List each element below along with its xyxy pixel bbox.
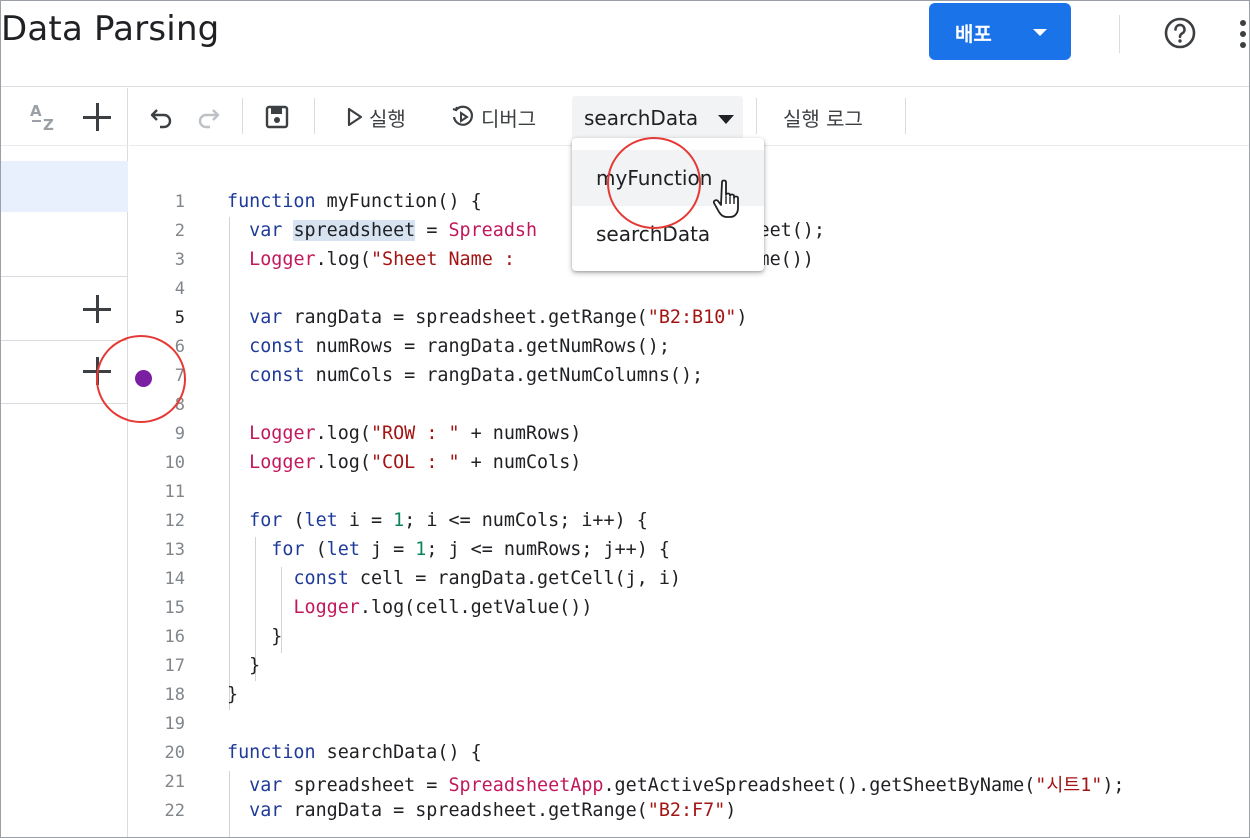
line-number: 1 xyxy=(174,192,185,212)
code-text: Logger.log("ROW : " + numRows) xyxy=(249,423,582,444)
line-number: 13 xyxy=(164,540,185,560)
annotation-circle-menu xyxy=(607,137,701,229)
line-number: 15 xyxy=(164,598,185,618)
selection-highlight: spreadsheet xyxy=(293,220,416,241)
code-line: 15 Logger.log(cell.getValue()) xyxy=(129,594,1249,623)
debug-button[interactable]: 디버그 xyxy=(451,88,536,146)
line-number: 21 xyxy=(164,772,185,792)
chevron-down-icon xyxy=(718,115,734,124)
annotation-circle-breakpoint xyxy=(96,335,186,423)
line-number: 12 xyxy=(164,511,185,531)
code-line: 9 Logger.log("ROW : " + numRows) xyxy=(129,420,1249,449)
toolbar-divider xyxy=(314,98,315,134)
code-line: 6 const numRows = rangData.getNumRows(); xyxy=(129,333,1249,362)
line-number: 4 xyxy=(174,279,185,299)
more-vert-icon[interactable] xyxy=(1239,19,1247,49)
line-number: 2 xyxy=(174,221,185,241)
svg-text:Z: Z xyxy=(43,116,54,134)
code-line: 18 } xyxy=(129,681,1249,710)
sidebar-toolbar: A Z xyxy=(1,88,128,146)
deploy-button-label: 배포 xyxy=(955,22,992,46)
add-file-icon[interactable] xyxy=(83,103,111,131)
execution-log-label: 실행 로그 xyxy=(783,106,863,131)
line-number: 14 xyxy=(164,569,185,589)
app-window: Data Parsing 배포 A Z 실행 디버그 searchData 실행… xyxy=(0,0,1250,838)
code-text: const numCols = rangData.getNumColumns()… xyxy=(249,365,704,386)
code-line: 19 xyxy=(129,710,1249,739)
code-line: 20 function searchData() { xyxy=(129,739,1249,768)
code-text: } xyxy=(227,684,239,705)
hand-pointer-icon xyxy=(713,179,739,218)
code-text: const cell = rangData.getCell(j, i) xyxy=(293,568,681,589)
line-number: 9 xyxy=(174,424,185,444)
line-number: 11 xyxy=(164,482,185,502)
toolbar-divider xyxy=(905,98,906,134)
toolbar-divider xyxy=(756,98,757,134)
code-text: var spreadsheet = SpreadsheetApp.getActi… xyxy=(249,775,1125,796)
code-line: 21 var spreadsheet = SpreadsheetApp.getA… xyxy=(129,768,1249,797)
code-line: 5 var rangData = spreadsheet.getRange("B… xyxy=(129,304,1249,333)
undo-icon[interactable] xyxy=(149,104,175,130)
line-number: 3 xyxy=(174,250,185,270)
line-number: 16 xyxy=(164,627,185,647)
debug-button-label: 디버그 xyxy=(481,106,537,131)
code-line: 22 var rangData = spreadsheet.getRange("… xyxy=(129,797,1249,826)
code-text: function searchData() { xyxy=(227,742,482,763)
code-text: var rangData = spreadsheet.getRange("B2:… xyxy=(249,800,737,821)
function-select[interactable]: searchData xyxy=(572,96,743,140)
app-header: Data Parsing 배포 xyxy=(1,1,1249,87)
files-sidebar: A Z xyxy=(1,88,128,837)
save-icon[interactable] xyxy=(264,104,290,130)
code-line: 11 xyxy=(129,478,1249,507)
code-text: } xyxy=(249,655,261,676)
code-line: 13 for (let j = 1; j <= numRows; j++) { xyxy=(129,536,1249,565)
code-line: 7 const numCols = rangData.getNumColumns… xyxy=(129,362,1249,391)
execution-log-button[interactable]: 실행 로그 xyxy=(783,88,863,146)
code-line: 17 } xyxy=(129,652,1249,681)
function-select-value: searchData xyxy=(584,106,699,130)
line-number: 17 xyxy=(164,656,185,676)
sidebar-file-item-selected[interactable] xyxy=(1,161,128,212)
svg-text:A: A xyxy=(30,102,42,120)
sidebar-divider xyxy=(1,340,128,341)
code-text: Logger.log("COL : " + numCols) xyxy=(249,452,582,473)
code-line: 16 } xyxy=(129,623,1249,652)
sort-az-icon[interactable]: A Z xyxy=(27,100,61,134)
code-text: var rangData = spreadsheet.getRange("B2:… xyxy=(249,307,748,328)
toolbar-divider xyxy=(242,98,243,134)
redo-icon[interactable] xyxy=(195,104,221,130)
code-text: for (let i = 1; i <= numCols; i++) { xyxy=(249,510,648,531)
chevron-down-icon xyxy=(1033,29,1047,36)
help-icon[interactable] xyxy=(1163,16,1197,50)
code-line: 8 xyxy=(129,391,1249,420)
line-number: 19 xyxy=(164,714,185,734)
run-button[interactable]: 실행 xyxy=(347,88,406,146)
code-text: const numRows = rangData.getNumRows(); xyxy=(249,336,670,357)
sidebar-divider xyxy=(1,276,128,277)
debug-icon xyxy=(452,105,474,126)
code-line: 12 for (let i = 1; i <= numCols; i++) { xyxy=(129,507,1249,536)
line-number: 10 xyxy=(164,453,185,473)
play-icon xyxy=(347,107,363,127)
code-line: 4 xyxy=(129,275,1249,304)
add-library-icon[interactable] xyxy=(83,295,111,323)
code-line: 10 Logger.log("COL : " + numCols) xyxy=(129,449,1249,478)
project-title[interactable]: Data Parsing xyxy=(1,9,219,49)
line-number: 5 xyxy=(174,308,185,328)
code-line: 14 const cell = rangData.getCell(j, i) xyxy=(129,565,1249,594)
code-text: } xyxy=(271,626,283,647)
line-number: 22 xyxy=(164,801,185,821)
run-button-label: 실행 xyxy=(369,106,406,131)
line-number: 18 xyxy=(164,685,185,705)
line-number: 20 xyxy=(164,743,185,763)
code-text: Logger.log(cell.getValue()) xyxy=(293,597,593,618)
deploy-button[interactable]: 배포 xyxy=(929,3,1071,60)
code-text: function myFunction() { xyxy=(227,191,482,212)
code-text: for (let j = 1; j <= numRows; j++) { xyxy=(271,539,670,560)
header-divider xyxy=(1119,15,1120,53)
